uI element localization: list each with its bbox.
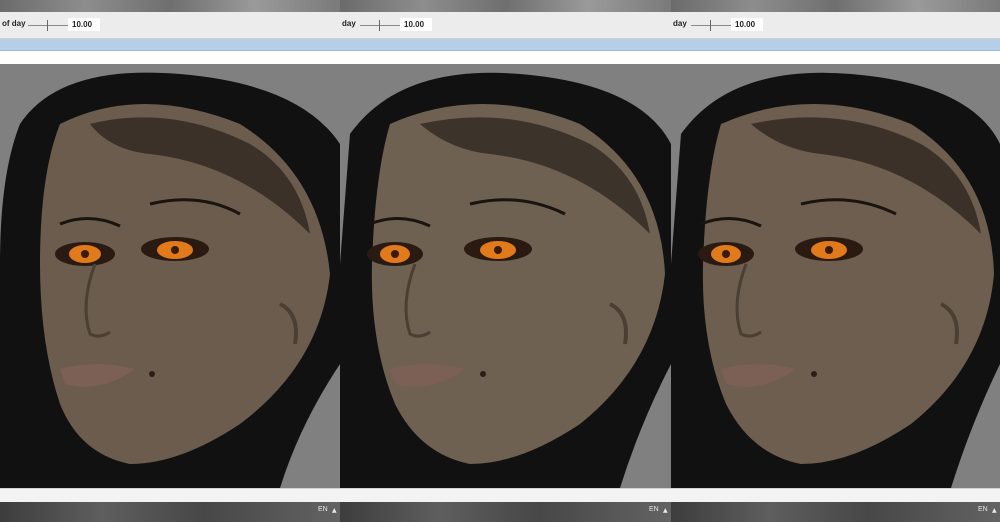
taskbar: EN ▲: [0, 502, 340, 522]
time-of-day-value[interactable]: 10.00: [400, 18, 432, 31]
screenshot-panel-1: of day 10.00 EN ▲: [0, 0, 340, 522]
time-of-day-toolbar: day 10.00: [671, 12, 1000, 39]
desktop-background-strip: [671, 0, 1000, 12]
taskbar: EN ▲: [340, 502, 671, 522]
status-bar: [0, 488, 340, 503]
desktop-background-strip: [340, 0, 671, 12]
slider-thumb-icon[interactable]: [710, 20, 711, 31]
language-indicator[interactable]: EN: [318, 506, 328, 513]
time-of-day-slider[interactable]: [691, 25, 731, 26]
taskbar: EN ▲: [671, 502, 1000, 522]
avatar-viewport[interactable]: [0, 64, 340, 488]
slider-thumb-icon[interactable]: [47, 20, 48, 31]
time-of-day-label: day: [673, 19, 687, 28]
time-of-day-label: day: [342, 19, 356, 28]
time-of-day-toolbar: day 10.00: [340, 12, 671, 39]
status-bar: [340, 488, 671, 503]
language-indicator[interactable]: EN: [649, 506, 659, 513]
time-of-day-value[interactable]: 10.00: [68, 18, 100, 31]
tray-up-arrow-icon[interactable]: ▲: [992, 507, 997, 514]
time-of-day-slider[interactable]: [28, 25, 68, 26]
avatar-viewport[interactable]: [671, 64, 1000, 488]
time-of-day-label: of day: [2, 19, 26, 28]
screenshot-panel-3: day 10.00 EN ▲: [671, 0, 1000, 522]
separator: [0, 51, 340, 64]
time-of-day-value[interactable]: 10.00: [731, 18, 763, 31]
tray-up-arrow-icon[interactable]: ▲: [663, 507, 668, 514]
status-bar: [671, 488, 1000, 503]
avatar-face-render: [340, 64, 671, 488]
screenshot-panel-2: day 10.00 EN ▲: [340, 0, 671, 522]
time-of-day-toolbar: of day 10.00: [0, 12, 340, 39]
slider-thumb-icon[interactable]: [379, 20, 380, 31]
language-indicator[interactable]: EN: [978, 506, 988, 513]
desktop-background-strip: [0, 0, 340, 12]
avatar-face-render: [0, 64, 340, 488]
time-of-day-slider[interactable]: [360, 25, 400, 26]
separator: [671, 51, 1000, 64]
selection-bar: [0, 39, 340, 51]
selection-bar: [671, 39, 1000, 51]
tray-up-arrow-icon[interactable]: ▲: [332, 507, 337, 514]
selection-bar: [340, 39, 671, 51]
avatar-viewport[interactable]: [340, 64, 671, 488]
avatar-face-render: [671, 64, 1000, 488]
separator: [340, 51, 671, 64]
